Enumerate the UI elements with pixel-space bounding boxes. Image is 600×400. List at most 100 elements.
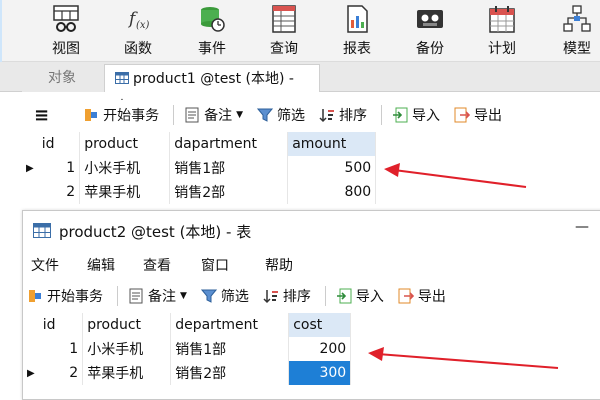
cell-product[interactable]: 苹果手机 [82, 361, 172, 385]
menu-bar: 文件 编辑 查看 窗口 帮助 [23, 251, 293, 281]
column-header-department[interactable]: department [170, 313, 290, 337]
cell-department[interactable]: 销售2部 [169, 180, 289, 204]
sort-button[interactable]: 排序 [319, 103, 367, 127]
column-header-department[interactable]: dapartment [169, 132, 289, 156]
query-icon [272, 5, 296, 33]
cell-department[interactable]: 销售1部 [169, 156, 289, 180]
ribbon-item-views[interactable]: 视图 [34, 0, 98, 62]
cell-product[interactable]: 苹果手机 [79, 180, 171, 204]
dropdown-arrow-icon[interactable]: ▼ [180, 291, 187, 301]
menu-help[interactable]: 帮助 [265, 251, 293, 281]
column-header-amount[interactable]: amount [287, 132, 377, 156]
ribbon-item-partial[interactable] [0, 0, 2, 62]
column-header-product[interactable]: product [79, 132, 171, 156]
button-label: 开始事务 [47, 289, 103, 305]
ribbon-item-reports[interactable]: 报表 [325, 0, 389, 62]
ribbon-item-events[interactable]: 事件 [180, 0, 244, 62]
filter-icon [200, 289, 217, 303]
table-row[interactable]: ▶ 2 苹果手机 销售2部 300 [23, 361, 352, 385]
menu-file[interactable]: 文件 [31, 251, 59, 281]
note-button[interactable]: 备注 ▼ [128, 284, 187, 308]
row-indicator [23, 337, 39, 361]
ribbon-item-model[interactable]: 模型 [545, 0, 600, 62]
column-header-product[interactable]: product [82, 313, 172, 337]
data-grid-product1: id product dapartment amount ▶ 1 小米手机 销售… [22, 132, 377, 204]
backup-icon [417, 10, 443, 28]
filter-button[interactable]: 筛选 [200, 284, 249, 308]
cell-product[interactable]: 小米手机 [79, 156, 171, 180]
cell-id[interactable]: 2 [38, 361, 84, 385]
button-label: 备注 [148, 289, 176, 305]
table-icon [33, 223, 51, 238]
import-icon [393, 107, 408, 123]
cell-cost-selected[interactable]: 300 [288, 361, 352, 385]
note-button[interactable]: 备注 ▼ [184, 103, 243, 127]
ribbon-label: 报表 [343, 41, 371, 57]
filter-button[interactable]: 筛选 [257, 103, 305, 127]
tab-label: 对象 [48, 70, 76, 86]
ribbon-label: 备份 [416, 41, 444, 57]
import-button[interactable]: 导入 [392, 103, 440, 127]
tab-product1[interactable]: product1 @test (本地) - 表 [104, 64, 320, 115]
ribbon-item-backup[interactable]: 备份 [398, 0, 462, 62]
cell-department[interactable]: 销售1部 [170, 337, 290, 361]
ribbon-item-schedule[interactable]: 计划 [470, 0, 534, 62]
button-label: 备注 [204, 108, 233, 124]
menu-window[interactable]: 窗口 [201, 251, 229, 281]
button-label: 导入 [355, 289, 384, 305]
export-button[interactable]: 导出 [454, 103, 502, 127]
menu-edit[interactable]: 编辑 [87, 251, 115, 281]
column-header-id[interactable]: id [37, 132, 81, 156]
minimize-button[interactable]: — [575, 219, 589, 235]
transaction-icon [85, 109, 98, 121]
export-icon [454, 107, 471, 123]
cell-product[interactable]: 小米手机 [82, 337, 172, 361]
window-title: product2 @test (本地) - 表 [59, 223, 252, 241]
event-icon [201, 7, 225, 32]
export-button[interactable]: 导出 [398, 284, 446, 308]
ribbon-label: 查询 [270, 41, 298, 57]
current-row-indicator-icon: ▶ [27, 367, 35, 379]
ribbon-label: 事件 [198, 41, 226, 57]
transaction-icon [29, 290, 41, 302]
button-label: 排序 [339, 108, 368, 124]
cell-department[interactable]: 销售2部 [170, 361, 290, 385]
ribbon-item-queries[interactable]: 查询 [252, 0, 316, 62]
cell-id[interactable]: 2 [37, 180, 81, 204]
row-indicator-header [23, 313, 39, 337]
cell-id[interactable]: 1 [37, 156, 81, 180]
cell-cost[interactable]: 200 [288, 337, 352, 361]
divider [173, 105, 175, 125]
table-row[interactable]: 2 苹果手机 销售2部 800 [22, 180, 377, 204]
menu-icon[interactable]: ≡ [34, 105, 49, 126]
cell-amount[interactable]: 800 [287, 180, 377, 204]
begin-transaction-button[interactable]: 开始事务 [27, 284, 103, 308]
dropdown-arrow-icon[interactable]: ▼ [236, 110, 243, 120]
filter-icon [257, 108, 274, 122]
sort-icon [319, 109, 335, 123]
tab-objects[interactable]: 对象 [22, 64, 104, 92]
begin-transaction-button[interactable]: 开始事务 [83, 103, 159, 127]
column-header-id[interactable]: id [38, 313, 84, 337]
ribbon-item-functions[interactable]: f (x) 函数 [106, 0, 170, 62]
table-toolbar-2: 开始事务 备注 ▼ 筛选 排序 导入 导出 [23, 281, 583, 311]
header-row: id product department cost [23, 313, 352, 337]
import-button[interactable]: 导入 [336, 284, 384, 308]
button-label: 筛选 [277, 108, 306, 124]
model-icon [563, 5, 591, 32]
button-label: 筛选 [220, 289, 249, 305]
current-row-indicator-icon: ▶ [26, 162, 34, 174]
cell-amount[interactable]: 500 [287, 156, 377, 180]
calendar-icon [489, 6, 515, 33]
row-indicator [22, 180, 38, 204]
annotation-arrow-icon [384, 163, 527, 188]
table-icon [115, 72, 129, 84]
column-header-cost[interactable]: cost [288, 313, 352, 337]
cell-id[interactable]: 1 [38, 337, 84, 361]
table-row[interactable]: 1 小米手机 销售1部 200 [23, 337, 352, 361]
table-row[interactable]: ▶ 1 小米手机 销售1部 500 [22, 156, 377, 180]
button-label: 导出 [417, 289, 446, 305]
ribbon-label: 模型 [563, 41, 591, 57]
menu-view[interactable]: 查看 [143, 251, 171, 281]
sort-button[interactable]: 排序 [263, 284, 311, 308]
